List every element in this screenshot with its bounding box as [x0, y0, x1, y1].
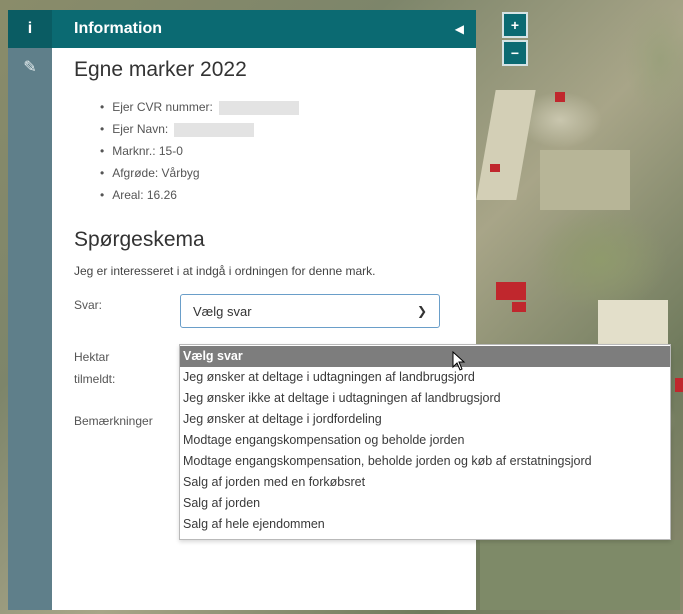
crop: Afgrøde: Vårbyg [112, 166, 200, 180]
map-marker-field[interactable] [675, 378, 683, 392]
minus-icon: − [510, 45, 520, 61]
panel-header: Information ◀ [52, 10, 476, 48]
list-item: Ejer CVR nummer: [100, 96, 456, 118]
answer-select[interactable]: Vælg svar ❯ [180, 294, 440, 328]
map-marker-field[interactable] [490, 164, 500, 172]
answer-label: Svar: [74, 298, 103, 312]
mouse-cursor-icon [452, 351, 466, 371]
answer-dropdown-list[interactable]: Vælg svar Jeg ønsker at deltage i udtagn… [179, 344, 671, 540]
hectare-label: Hektar tilmeldt: [74, 346, 115, 390]
dropdown-option[interactable]: Salg af jorden [180, 493, 670, 514]
side-rail: i ✎ [8, 10, 52, 610]
dropdown-option[interactable]: Salg af jorden med en forkøbsret [180, 472, 670, 493]
list-item: Ejer Navn: [100, 118, 456, 140]
map-field [480, 540, 680, 610]
area: Areal: 16.26 [112, 188, 177, 202]
map-marker-field[interactable] [512, 302, 526, 312]
hectare-label-line-1: Hektar [74, 350, 110, 364]
redacted-value [174, 122, 255, 137]
field-number: Marknr.: 15-0 [112, 144, 183, 158]
map-field [476, 90, 536, 200]
map-field [540, 150, 630, 210]
answer-select-value: Vælg svar [193, 303, 252, 319]
panel-title: Information [74, 20, 162, 37]
list-item: Afgrøde: Vårbyg [100, 162, 456, 184]
map-marker-field[interactable] [555, 92, 565, 102]
plus-icon: + [510, 17, 520, 33]
dropdown-option[interactable]: Jeg ønsker at deltage i udtagningen af l… [180, 367, 670, 388]
cvr-label: Ejer CVR nummer: [112, 100, 213, 114]
dropdown-option[interactable]: Jeg ønsker at deltage i jordfordeling [180, 409, 670, 430]
owner-label: Ejer Navn: [112, 122, 169, 136]
remarks-label: Bemærkninger [74, 414, 153, 428]
dropdown-option[interactable]: Jeg ønsker ikke at deltage i udtagningen… [180, 388, 670, 409]
edit-icon: ✎ [23, 59, 37, 76]
edit-tab[interactable]: ✎ [8, 48, 52, 86]
dropdown-option[interactable]: Modtage engangskompensation og beholde j… [180, 430, 670, 451]
dropdown-option[interactable]: Salg af hele ejendommen [180, 514, 670, 535]
dropdown-option[interactable]: Vælg svar [180, 346, 670, 367]
chevron-down-icon: ❯ [416, 304, 427, 318]
info-icon: i [27, 20, 33, 37]
list-item: Marknr.: 15-0 [100, 140, 456, 162]
collapse-icon[interactable]: ◀ [455, 22, 464, 36]
survey-intro: Jeg er interesseret i at indgå i ordning… [74, 264, 376, 278]
field-heading: Egne marker 2022 [74, 58, 247, 81]
field-info-list: Ejer CVR nummer: Ejer Navn: Marknr.: 15-… [100, 96, 456, 206]
zoom-in-button[interactable]: + [502, 12, 528, 38]
hectare-label-line-2: tilmeldt: [74, 372, 116, 386]
list-item: Areal: 16.26 [100, 184, 456, 206]
answer-row: Svar: Vælg svar ❯ [74, 294, 456, 328]
info-tab[interactable]: i [8, 10, 52, 48]
zoom-controls: + − [502, 12, 528, 68]
zoom-out-button[interactable]: − [502, 40, 528, 66]
map-marker-field[interactable] [496, 282, 526, 300]
redacted-value [218, 100, 299, 115]
dropdown-option[interactable]: Modtage engangskompensation, beholde jor… [180, 451, 670, 472]
survey-heading: Spørgeskema [74, 228, 205, 251]
